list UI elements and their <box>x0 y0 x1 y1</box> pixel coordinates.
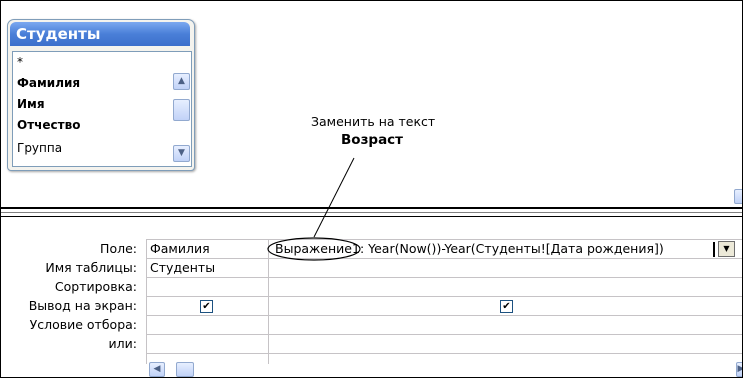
annotation-overlay <box>267 157 361 261</box>
annotation-ellipse <box>267 237 361 261</box>
annotation-pointer-line <box>313 157 355 238</box>
query-design-window: Студенты * Фамилия Имя Отчество Группа ▲… <box>0 0 743 378</box>
